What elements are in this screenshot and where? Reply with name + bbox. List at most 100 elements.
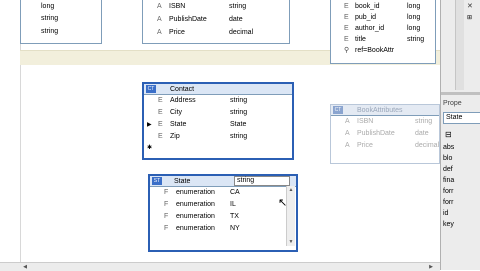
table-row[interactable]: long: [21, 1, 101, 12]
table-row[interactable]: Fenumeration TX: [150, 211, 296, 223]
field-name: book_id: [355, 3, 380, 10]
facet-kind-icon: F: [164, 225, 169, 232]
attribute-kind-icon: A: [345, 118, 350, 125]
property-item[interactable]: abs: [443, 144, 454, 155]
facet-kind-icon: F: [164, 201, 169, 208]
property-item[interactable]: fina: [443, 177, 454, 188]
table-header[interactable]: CT BookAttributes: [331, 105, 439, 116]
element-kind-icon: E: [158, 97, 163, 104]
element-kind-icon: E: [344, 3, 349, 10]
element-kind-icon: E: [344, 25, 349, 32]
field-type: long: [41, 3, 55, 10]
facet-name: enumeration: [176, 213, 215, 220]
field-type: string: [230, 97, 248, 104]
table-row[interactable]: E Address string: [144, 95, 292, 107]
field-name: Price: [357, 142, 373, 149]
property-item[interactable]: forr: [443, 199, 454, 210]
table-state[interactable]: ST State string Fenumeration CA Fenumerat…: [148, 174, 298, 252]
element-kind-icon: E: [158, 109, 163, 116]
field-name: Address: [170, 97, 196, 104]
tree-expander-icon[interactable]: ⊞: [467, 14, 472, 21]
property-item[interactable]: key: [443, 221, 454, 232]
table-title: BookAttributes: [357, 107, 403, 114]
field-name: title: [355, 36, 366, 43]
field-type: long: [407, 3, 421, 10]
table-header[interactable]: ST State string: [150, 176, 296, 187]
simple-type-icon: ST: [152, 177, 162, 185]
facet-value: TX: [230, 213, 239, 220]
facet-value: CA: [230, 189, 240, 196]
panel-close-icon[interactable]: ✕: [467, 2, 473, 10]
field-type: string: [230, 133, 248, 140]
table-book-ids[interactable]: Ebook_id long Epub_id long Eauthor_id long …: [330, 0, 436, 64]
property-list: abs blo def fina forr forr id key: [443, 144, 454, 232]
table-title: Contact: [170, 86, 195, 93]
field-type: long: [407, 14, 421, 21]
attribute-kind-icon: A: [157, 16, 162, 23]
table-row[interactable]: Ebook_id long: [331, 1, 435, 12]
property-item[interactable]: id: [443, 210, 454, 221]
current-row-marker: ▶: [147, 122, 152, 128]
table-row[interactable]: Etitle string: [331, 34, 435, 45]
field-type: string: [407, 36, 425, 43]
new-row-icon: ✱: [147, 145, 153, 151]
table-row[interactable]: string: [21, 12, 101, 25]
table-row[interactable]: A Price decimal: [331, 140, 439, 152]
scroll-down-icon[interactable]: ▼: [288, 239, 294, 245]
table-row[interactable]: string: [21, 25, 101, 38]
facet-name: enumeration: [176, 225, 215, 232]
new-row[interactable]: ✱: [144, 143, 292, 153]
facet-kind-icon: F: [164, 189, 169, 196]
table-title: State: [174, 178, 191, 185]
property-item[interactable]: blo: [443, 155, 454, 166]
table-row[interactable]: A PublishDate date: [331, 128, 439, 140]
table-header[interactable]: CT Contact: [144, 84, 292, 95]
table-row[interactable]: ⚲ ref=BookAttr: [331, 45, 435, 56]
scroll-left-icon[interactable]: ◀: [22, 264, 28, 270]
field-type: string: [229, 3, 247, 10]
scroll-right-icon[interactable]: ▶: [428, 264, 434, 270]
table-contact[interactable]: CT Contact E Address string E City string ▶ E…: [142, 82, 294, 160]
table-row[interactable]: Fenumeration IL: [150, 199, 296, 211]
table-row[interactable]: A ISBN string: [143, 1, 289, 13]
table-row[interactable]: E Zip string: [144, 131, 292, 143]
panel-scrollbar[interactable]: [455, 0, 464, 90]
mouse-cursor-icon: ↖: [278, 197, 288, 209]
state-object-combo[interactable]: State: [443, 112, 480, 124]
complex-type-icon: CT: [146, 85, 156, 93]
panel-divider[interactable]: [441, 92, 480, 95]
table-row[interactable]: ▶ E State State: [144, 119, 292, 131]
field-type: string: [41, 28, 59, 35]
table-row[interactable]: A Price decimal: [143, 26, 289, 39]
table-row[interactable]: E City string: [144, 107, 292, 119]
dropdown-scrollbar[interactable]: ▲ ▼: [286, 186, 295, 246]
field-name: State: [170, 121, 187, 128]
property-item[interactable]: forr: [443, 188, 454, 199]
table-row[interactable]: Epub_id long: [331, 12, 435, 23]
facet-name: enumeration: [176, 189, 215, 196]
element-kind-icon: E: [344, 36, 349, 43]
property-item[interactable]: def: [443, 166, 454, 177]
table-row[interactable]: A PublishDate date: [143, 13, 289, 26]
field-type: decimal: [229, 29, 254, 36]
field-name: PublishDate: [357, 130, 395, 137]
properties-label: Prope: [443, 100, 462, 107]
table-row[interactable]: Eauthor_id long: [331, 23, 435, 34]
table-bookattributes[interactable]: CT BookAttributes A ISBN string A PublishDa…: [330, 104, 440, 164]
element-kind-icon: E: [344, 14, 349, 21]
base-type-field[interactable]: string: [234, 176, 290, 186]
table-top-left[interactable]: long string string: [20, 0, 102, 44]
table-row[interactable]: A ISBN string: [331, 116, 439, 128]
schema-design-surface[interactable]: long string string A ISBN string A PublishD…: [0, 0, 440, 262]
table-book-top[interactable]: A ISBN string A PublishDate date A Price decim…: [142, 0, 290, 44]
scroll-up-icon[interactable]: ▲: [288, 187, 294, 193]
table-row[interactable]: Fenumeration CA: [150, 187, 296, 199]
facet-kind-icon: F: [164, 213, 169, 220]
element-kind-icon: E: [158, 133, 163, 140]
categorized-icon[interactable]: ⊟: [445, 130, 452, 139]
facet-value: NY: [230, 225, 240, 232]
table-row[interactable]: Fenumeration NY: [150, 223, 296, 235]
attribute-kind-icon: A: [157, 29, 162, 36]
left-gutter: [0, 0, 21, 262]
field-type: string: [41, 15, 59, 22]
